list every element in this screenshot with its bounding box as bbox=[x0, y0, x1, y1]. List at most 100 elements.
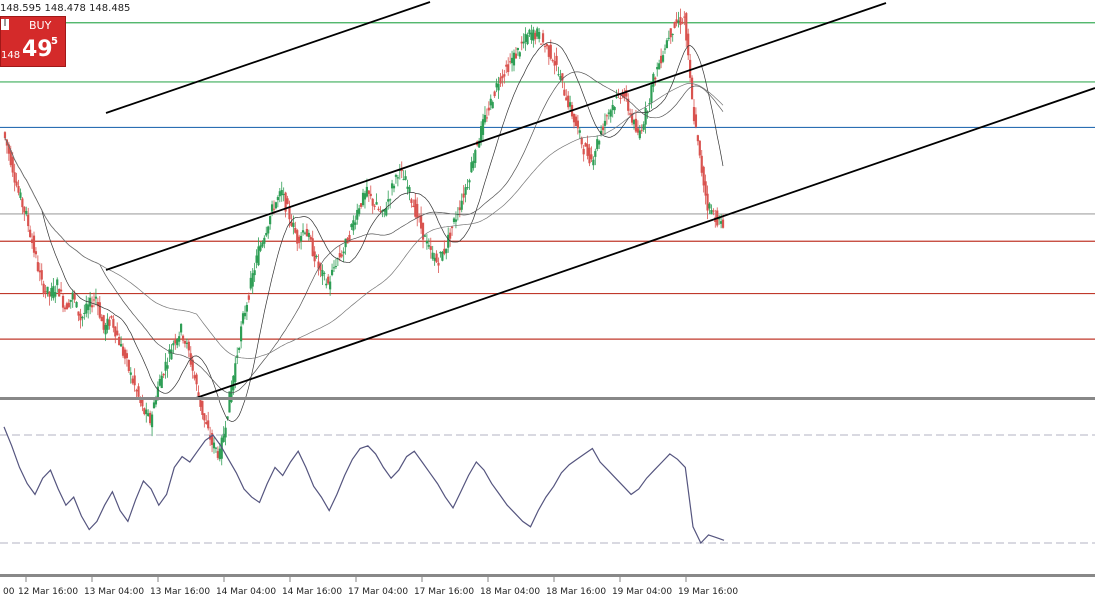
candle-body bbox=[54, 292, 57, 297]
candle bbox=[619, 95, 622, 104]
candle-body bbox=[340, 254, 343, 257]
candle bbox=[197, 385, 200, 397]
candle-body bbox=[178, 336, 181, 342]
buy-button[interactable]: l BUY 148 49 5 bbox=[0, 16, 66, 67]
candle-body bbox=[112, 318, 115, 328]
candle-body bbox=[265, 232, 268, 236]
candle bbox=[303, 231, 307, 235]
candle-body bbox=[582, 148, 585, 155]
time-tick-label: 13 Mar 16:00 bbox=[150, 587, 210, 597]
candle-body bbox=[149, 412, 152, 424]
candle-body bbox=[505, 64, 508, 67]
candle-body bbox=[94, 296, 98, 299]
channel-line-middle[interactable] bbox=[105, 2, 887, 271]
candle-body bbox=[50, 287, 53, 297]
candle bbox=[118, 333, 121, 346]
channel-line-upper[interactable] bbox=[105, 1, 431, 114]
candle bbox=[481, 113, 485, 142]
candle-body bbox=[491, 102, 494, 109]
candle bbox=[689, 53, 692, 83]
candle-body bbox=[696, 135, 699, 142]
candle-body bbox=[503, 74, 506, 77]
candle-body bbox=[464, 187, 467, 195]
candle-body bbox=[137, 386, 140, 397]
candle bbox=[207, 411, 210, 431]
candle-body bbox=[36, 262, 39, 272]
candle-body bbox=[481, 119, 485, 135]
candle bbox=[433, 252, 436, 266]
candle bbox=[100, 314, 103, 322]
candle bbox=[569, 95, 572, 111]
candle-body bbox=[559, 75, 562, 80]
candle bbox=[36, 255, 39, 273]
candle bbox=[538, 28, 541, 43]
candle-body bbox=[551, 60, 554, 62]
channel-line-lower[interactable] bbox=[195, 87, 1095, 399]
candle-body bbox=[419, 215, 423, 229]
candle-body bbox=[243, 312, 247, 317]
candle-body bbox=[667, 37, 670, 39]
candle-body bbox=[553, 61, 556, 66]
candle-body bbox=[123, 349, 127, 359]
candle bbox=[236, 347, 239, 365]
candle-body bbox=[669, 28, 672, 38]
candle-body bbox=[87, 304, 90, 311]
candle bbox=[623, 87, 626, 102]
candle-body bbox=[270, 204, 274, 212]
candle-body bbox=[158, 379, 161, 386]
candle bbox=[350, 223, 353, 231]
candle bbox=[325, 278, 328, 289]
time-tick-label: 19 Mar 04:00 bbox=[612, 587, 672, 597]
candle bbox=[694, 107, 698, 129]
candle-body bbox=[569, 102, 572, 107]
candle-body bbox=[166, 365, 169, 369]
candle bbox=[245, 302, 249, 321]
candle-body bbox=[414, 199, 417, 217]
candle bbox=[265, 226, 268, 238]
candle-body bbox=[162, 373, 165, 376]
candle bbox=[613, 105, 616, 115]
candle-body bbox=[133, 375, 136, 386]
candle-body bbox=[640, 130, 643, 132]
candle bbox=[50, 282, 53, 301]
candle bbox=[398, 163, 401, 180]
candle-body bbox=[371, 198, 374, 206]
candle bbox=[588, 143, 591, 167]
candle bbox=[520, 36, 523, 51]
candle bbox=[59, 281, 63, 293]
candle-body bbox=[145, 409, 148, 415]
candle-body bbox=[334, 266, 338, 268]
candle bbox=[671, 33, 674, 42]
candle-body bbox=[247, 295, 250, 300]
candle-body bbox=[507, 64, 510, 73]
horizontal-levels bbox=[0, 22, 1095, 340]
candle-body bbox=[296, 230, 299, 244]
candle-body bbox=[665, 40, 669, 49]
candle-body bbox=[532, 29, 535, 41]
candle-body bbox=[487, 107, 490, 111]
candle bbox=[162, 373, 165, 379]
candle-body bbox=[44, 291, 47, 293]
candle-body bbox=[272, 208, 276, 210]
candle bbox=[123, 347, 127, 365]
candle-body bbox=[239, 326, 243, 342]
candle bbox=[259, 242, 262, 253]
candle bbox=[425, 234, 429, 250]
candle bbox=[48, 291, 51, 306]
candle bbox=[567, 91, 570, 110]
candle-body bbox=[549, 44, 552, 59]
candle bbox=[334, 258, 338, 270]
time-axis: 00 12 Mar 16:00 13 Mar 04:00 13 Mar 16:00 14… bbox=[3, 577, 738, 597]
candle-body bbox=[447, 234, 450, 248]
candle-body bbox=[565, 97, 568, 101]
candle-body bbox=[92, 299, 96, 301]
candle-body bbox=[466, 187, 469, 189]
candle bbox=[214, 446, 218, 453]
candle bbox=[474, 148, 477, 168]
candle-body bbox=[361, 192, 365, 206]
candle-body bbox=[102, 315, 105, 330]
candle bbox=[278, 187, 281, 203]
candle bbox=[528, 28, 531, 38]
candle bbox=[427, 238, 430, 250]
candle-body bbox=[638, 130, 641, 139]
